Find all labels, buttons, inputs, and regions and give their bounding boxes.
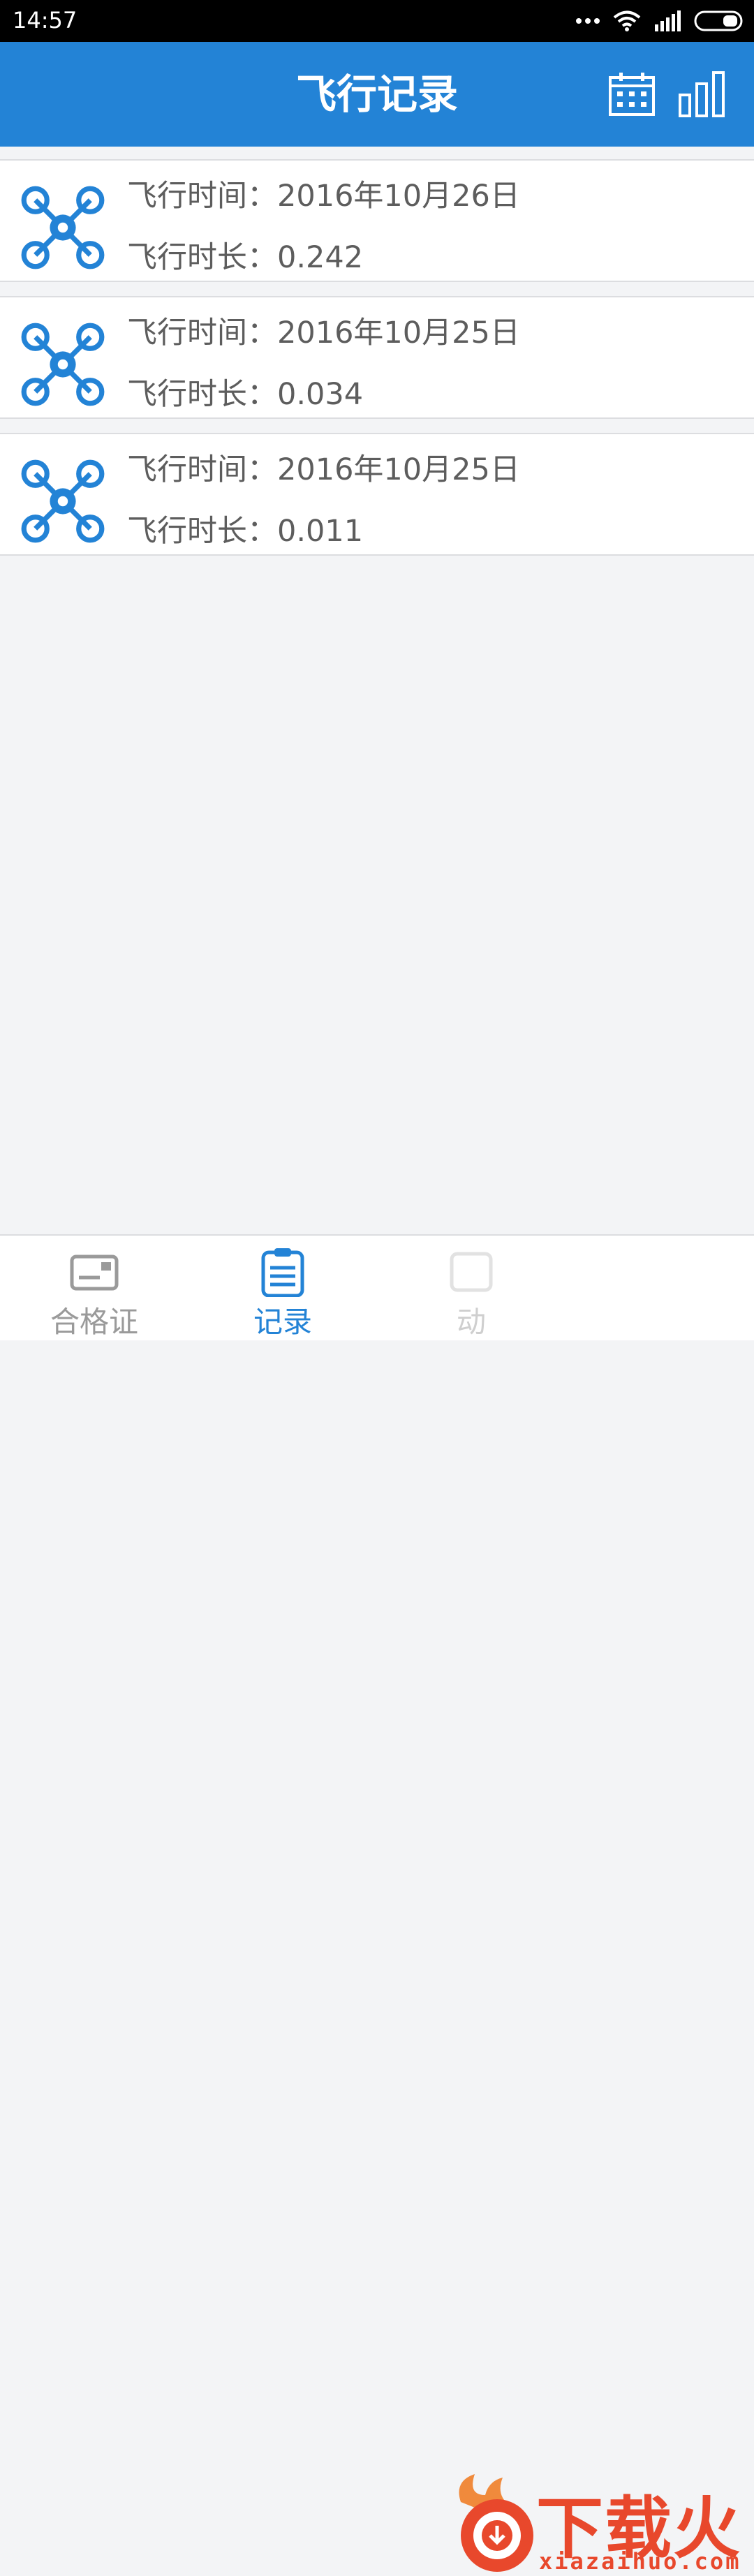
bar-chart-icon — [679, 71, 725, 117]
flight-time-value: 2016年10月25日 — [277, 452, 520, 487]
flight-duration-value: 0.011 — [277, 514, 364, 549]
fire-logo-icon — [459, 2474, 533, 2572]
clipboard-icon — [261, 1248, 304, 1297]
watermark-url: xiazaihuo.com — [539, 2548, 741, 2575]
flight-duration: 飞行时长：0.034 — [127, 370, 363, 413]
tab-certificate[interactable]: 合格证 — [24, 1236, 164, 1342]
flight-time: 飞行时间：2016年10月25日 — [127, 445, 520, 489]
flight-time: 飞行时间：2016年10月25日 — [127, 309, 520, 352]
flight-duration-value: 0.242 — [277, 240, 364, 275]
statistics-button[interactable] — [676, 68, 727, 120]
flight-time-label: 飞行时间： — [127, 452, 277, 487]
watermark: 下载火 xiazaihuo.com — [447, 2474, 754, 2576]
record-item[interactable]: 飞行时间：2016年10月26日 飞行时长：0.242 — [0, 159, 754, 282]
flight-duration: 飞行时长：0.242 — [127, 233, 363, 276]
record-item[interactable]: 飞行时间：2016年10月25日 飞行时长：0.011 — [0, 433, 754, 556]
flight-time-label: 飞行时间： — [127, 179, 277, 214]
tab-records-label: 记录 — [253, 1305, 312, 1339]
calendar-icon — [609, 73, 655, 116]
tab-records[interactable]: 记录 — [213, 1236, 353, 1342]
more-dots-icon — [576, 18, 600, 24]
status-bar: 14:57 — [0, 0, 754, 42]
tab-dynamic-label: 动 — [456, 1305, 486, 1339]
battery-icon — [694, 10, 743, 31]
drone-icon — [21, 323, 105, 406]
calendar-button[interactable] — [606, 68, 658, 120]
flight-time-value: 2016年10月25日 — [277, 316, 520, 350]
record-list: 飞行时间：2016年10月26日 飞行时长：0.242 飞行时间：2016年10… — [0, 159, 754, 570]
wifi-icon — [613, 10, 641, 31]
flight-time-value: 2016年10月26日 — [277, 179, 520, 214]
bottom-nav: 合格证 记录 动 下载火 xiazaihuo.com — [0, 1234, 754, 2575]
flight-duration-label: 飞行时长： — [127, 240, 277, 275]
tab-certificate-label: 合格证 — [50, 1305, 138, 1339]
flight-time: 飞行时间：2016年10月26日 — [127, 172, 520, 215]
drone-icon — [21, 459, 105, 543]
status-icons — [575, 8, 746, 34]
certificate-card-icon — [70, 1254, 119, 1291]
flight-time-label: 飞行时间： — [127, 316, 277, 350]
flight-duration-label: 飞行时长： — [127, 377, 277, 412]
flight-duration-label: 飞行时长： — [127, 514, 277, 549]
flight-duration: 飞行时长：0.011 — [127, 507, 363, 550]
signal-icon — [655, 10, 681, 31]
record-item[interactable]: 飞行时间：2016年10月25日 飞行时长：0.034 — [0, 296, 754, 419]
dynamic-icon — [450, 1252, 493, 1292]
flight-duration-value: 0.034 — [277, 377, 364, 412]
status-time: 14:57 — [13, 7, 77, 34]
app-header: 飞行记录 — [0, 42, 754, 147]
tab-dynamic[interactable]: 动 — [401, 1236, 541, 1342]
drone-icon — [21, 186, 105, 269]
